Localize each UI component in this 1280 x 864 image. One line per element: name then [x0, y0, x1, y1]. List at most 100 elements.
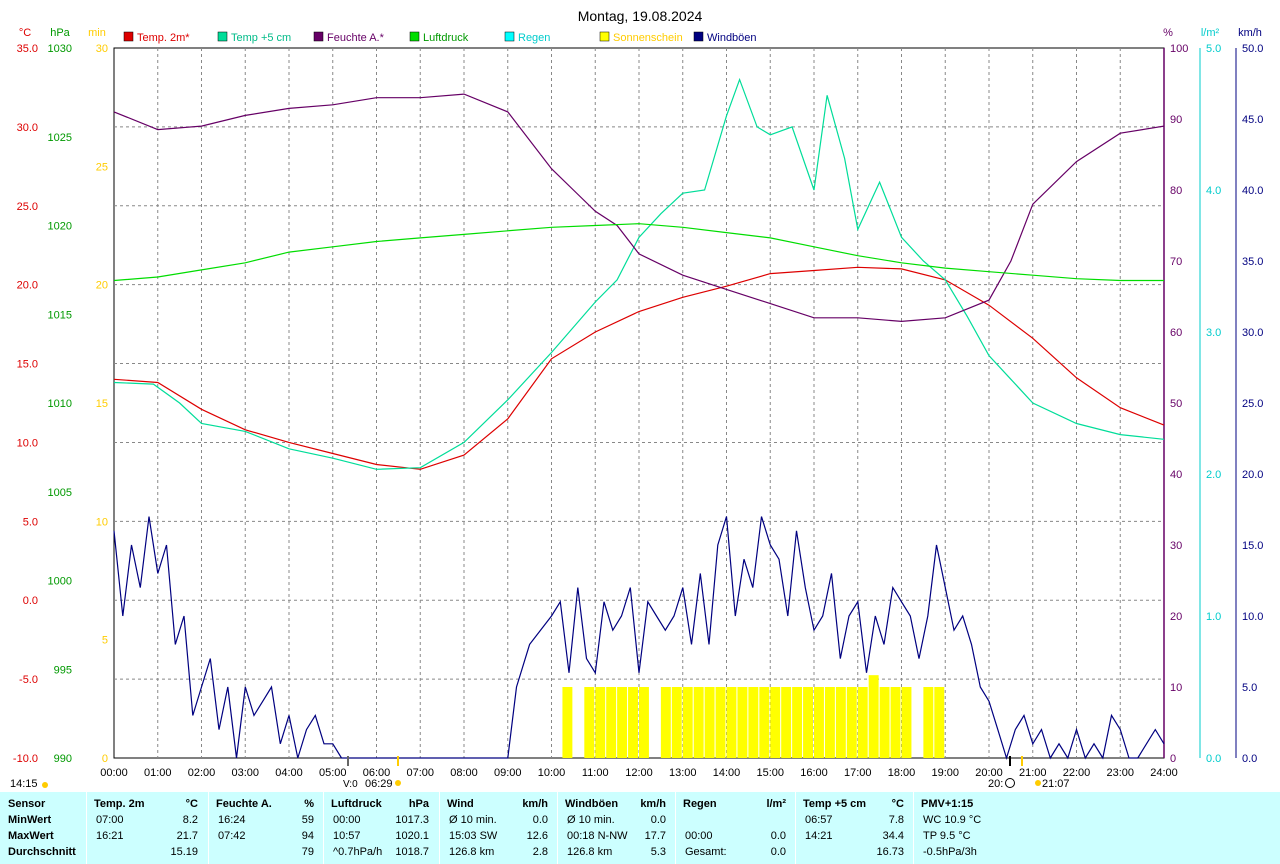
column-unit: l/m²	[766, 798, 786, 810]
stat-value: 7.8	[888, 814, 904, 826]
humidity-tick-label: 0	[1170, 753, 1176, 765]
stat-label: TP 9.5 °C	[923, 830, 971, 842]
column-divider	[795, 792, 796, 864]
sunshine-bar	[606, 687, 617, 758]
wind-tick-label: 40.0	[1242, 185, 1263, 197]
sun-tick-label: 20	[96, 280, 108, 292]
stat-value: 1020.1	[395, 830, 429, 842]
humidity-tick-label: 40	[1170, 469, 1182, 481]
stat-value: 21.7	[176, 830, 198, 842]
sunshine-bar	[748, 687, 759, 758]
stat-value: 0.0	[770, 846, 786, 858]
legend-swatch	[217, 31, 228, 42]
sun-tick-label: 25	[96, 161, 108, 173]
sunshine-bar	[835, 687, 846, 758]
wind-tick-label: 0.0	[1242, 753, 1257, 765]
sunshine-bar	[792, 687, 803, 758]
wind-tick-label: 35.0	[1242, 256, 1263, 268]
rain-tick-label: 2.0	[1206, 469, 1221, 481]
sunrise-label: 06:29	[365, 778, 393, 790]
stat-value: 0.0	[650, 814, 666, 826]
legend-swatch	[599, 31, 610, 42]
time-tick-label: 11:00	[582, 767, 609, 779]
legend-label: Windböen	[707, 32, 757, 44]
column-unit: km/h	[522, 798, 548, 810]
left-time-label: 14:15	[10, 778, 38, 790]
sunshine-bar	[595, 687, 606, 758]
sunshine-bar	[814, 687, 824, 758]
column-head: PMV+1:15	[921, 798, 974, 810]
time-tick-label: 23:00	[1106, 767, 1134, 779]
column-divider	[323, 792, 324, 864]
sunshine-bar	[639, 687, 649, 758]
humidity-tick-label: 80	[1170, 185, 1182, 197]
sunshine-bar	[759, 687, 770, 758]
column-unit: hPa	[408, 798, 429, 810]
sunshine-bar	[584, 687, 595, 758]
sunshine-bar	[803, 687, 813, 758]
row-label: Durchschnitt	[8, 846, 76, 858]
stat-value: 1017.3	[395, 814, 429, 826]
legend-swatch	[409, 31, 420, 42]
column-divider	[86, 792, 87, 864]
pressure-tick-label: 1030	[48, 43, 72, 55]
temp-tick-label: 30.0	[17, 122, 38, 134]
sunset-label: 21:07	[1042, 778, 1070, 790]
sunshine-bar	[628, 687, 638, 758]
sun-tick-label: 10	[96, 516, 108, 528]
row-label: MaxWert	[8, 830, 54, 842]
sunshine-bar	[704, 687, 715, 758]
sunshine-bar	[660, 687, 671, 758]
sunshine-bar	[737, 687, 748, 758]
stat-value: 0.0	[532, 814, 548, 826]
time-tick-label: 24:00	[1150, 767, 1178, 779]
wind-tick-label: 20.0	[1242, 469, 1263, 481]
row-label: Sensor	[8, 798, 46, 810]
legend-swatch	[123, 31, 134, 42]
sunshine-bar	[715, 687, 726, 758]
column-divider	[557, 792, 558, 864]
column-divider	[439, 792, 440, 864]
wind-tick-label: 15.0	[1242, 540, 1263, 552]
humidity-tick-label: 50	[1170, 398, 1182, 410]
time-tick-label: 08:00	[450, 767, 478, 779]
humidity-tick-label: 90	[1170, 114, 1182, 126]
legend-label: Feuchte A.*	[327, 32, 385, 44]
statistics-panel: Sensor MinWert MaxWert Durchschnitt Temp. 2m…	[0, 792, 1280, 864]
temp-tick-label: 25.0	[17, 201, 38, 213]
sunshine-bar	[879, 687, 890, 758]
sunshine-bar	[824, 687, 835, 758]
stat-value: 94	[301, 830, 314, 842]
sunshine-bar	[868, 675, 879, 758]
time-tick-label: 13:00	[669, 767, 697, 779]
rain-tick-label: 4.0	[1206, 185, 1221, 197]
wind-tick-label: 30.0	[1242, 327, 1263, 339]
stat-value: 8.2	[182, 814, 198, 826]
sunshine-bar	[901, 687, 912, 758]
stat-value: 59	[301, 814, 314, 826]
legend-swatch	[693, 31, 704, 42]
weather-chart: Montag, 19.08.2024 Temp. 2m* Temp +5 cm Feu…	[10, 8, 1263, 790]
legend-label: Temp +5 cm	[231, 32, 291, 44]
sunshine-bar	[934, 687, 945, 758]
sunshine-bar	[693, 687, 704, 758]
humidity-tick-label: 70	[1170, 256, 1182, 268]
rain-tick-label: 1.0	[1206, 611, 1221, 623]
time-tick-label: 07:00	[406, 767, 434, 779]
temp-axis-unit: °C	[19, 27, 31, 39]
sun-tick-label: 0	[102, 753, 108, 765]
column-divider	[208, 792, 209, 864]
sunshine-bar	[923, 687, 934, 758]
stat-value: 15.19	[170, 846, 198, 858]
time-tick-label: 04:00	[275, 767, 303, 779]
wind-tick-label: 10.0	[1242, 611, 1263, 623]
humidity-tick-label: 100	[1170, 43, 1188, 55]
time-tick-label: 18:00	[888, 767, 916, 779]
humidity-tick-label: 60	[1170, 327, 1182, 339]
temp-tick-label: 20.0	[17, 280, 38, 292]
pressure-tick-label: 1005	[48, 487, 72, 499]
legend-swatch	[504, 31, 515, 42]
moon-icon	[1005, 778, 1015, 788]
stat-value: 12.6	[526, 830, 548, 842]
stat-value: 79	[301, 846, 314, 858]
